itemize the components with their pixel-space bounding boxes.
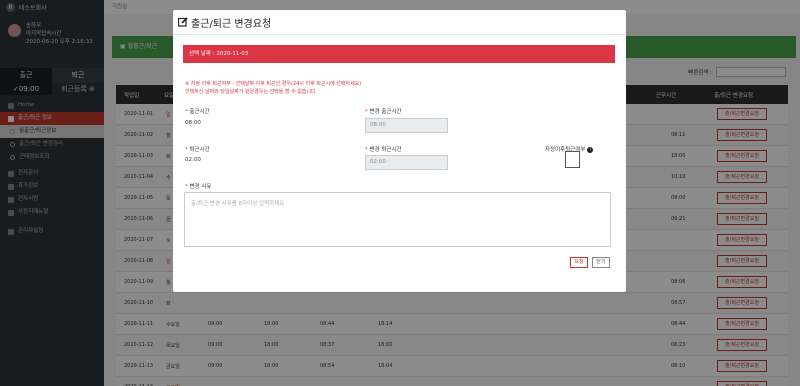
reason-label: * 변경 사유 [185, 184, 212, 190]
notice-line-2: 선택하신 날짜와 당일날짜가 같은경우는 선택을 할 수 없습니다 [185, 89, 316, 95]
change-request-modal: 출근/퇴근 변경요청 선택 날짜 : 2020-11-03 ※ 자정 이후 퇴근… [173, 10, 626, 292]
change-in-label: * 변경 출근시간 [365, 109, 402, 115]
submit-button[interactable]: 요청 [570, 257, 588, 268]
notice-line-1: ※ 자정 이후 퇴근여부 : 선택날짜 이후 퇴근인 경우(24시 이후 퇴근시… [185, 81, 362, 87]
close-button[interactable]: 닫기 [592, 257, 610, 268]
clock-out-value: 02:00 [185, 157, 201, 163]
selected-date-bar: 선택 날짜 : 2020-11-03 [183, 45, 615, 63]
info-icon: ! [587, 146, 594, 153]
clock-in-label: * 출근시간 [185, 109, 210, 115]
modal-header: 출근/퇴근 변경요청 [173, 10, 626, 35]
clock-out-label: * 퇴근시간 [185, 147, 210, 153]
modal-title: 출근/퇴근 변경요청 [191, 18, 272, 30]
change-out-input[interactable]: 02:00 [365, 155, 448, 170]
reason-textarea[interactable]: 출/퇴근 변경 사유를 8자이상 입력하세요 [184, 192, 611, 247]
change-out-label: * 변경 퇴근시간 [365, 147, 402, 153]
midnight-checkbox[interactable] [565, 151, 580, 168]
edit-icon [178, 17, 188, 27]
clock-in-value: 08:00 [185, 120, 201, 126]
change-in-input[interactable]: 08:00 [365, 118, 448, 133]
midnight-notice: ※ 자정 이후 퇴근여부 : 선택날짜 이후 퇴근인 경우(24시 이후 퇴근시… [185, 80, 361, 96]
